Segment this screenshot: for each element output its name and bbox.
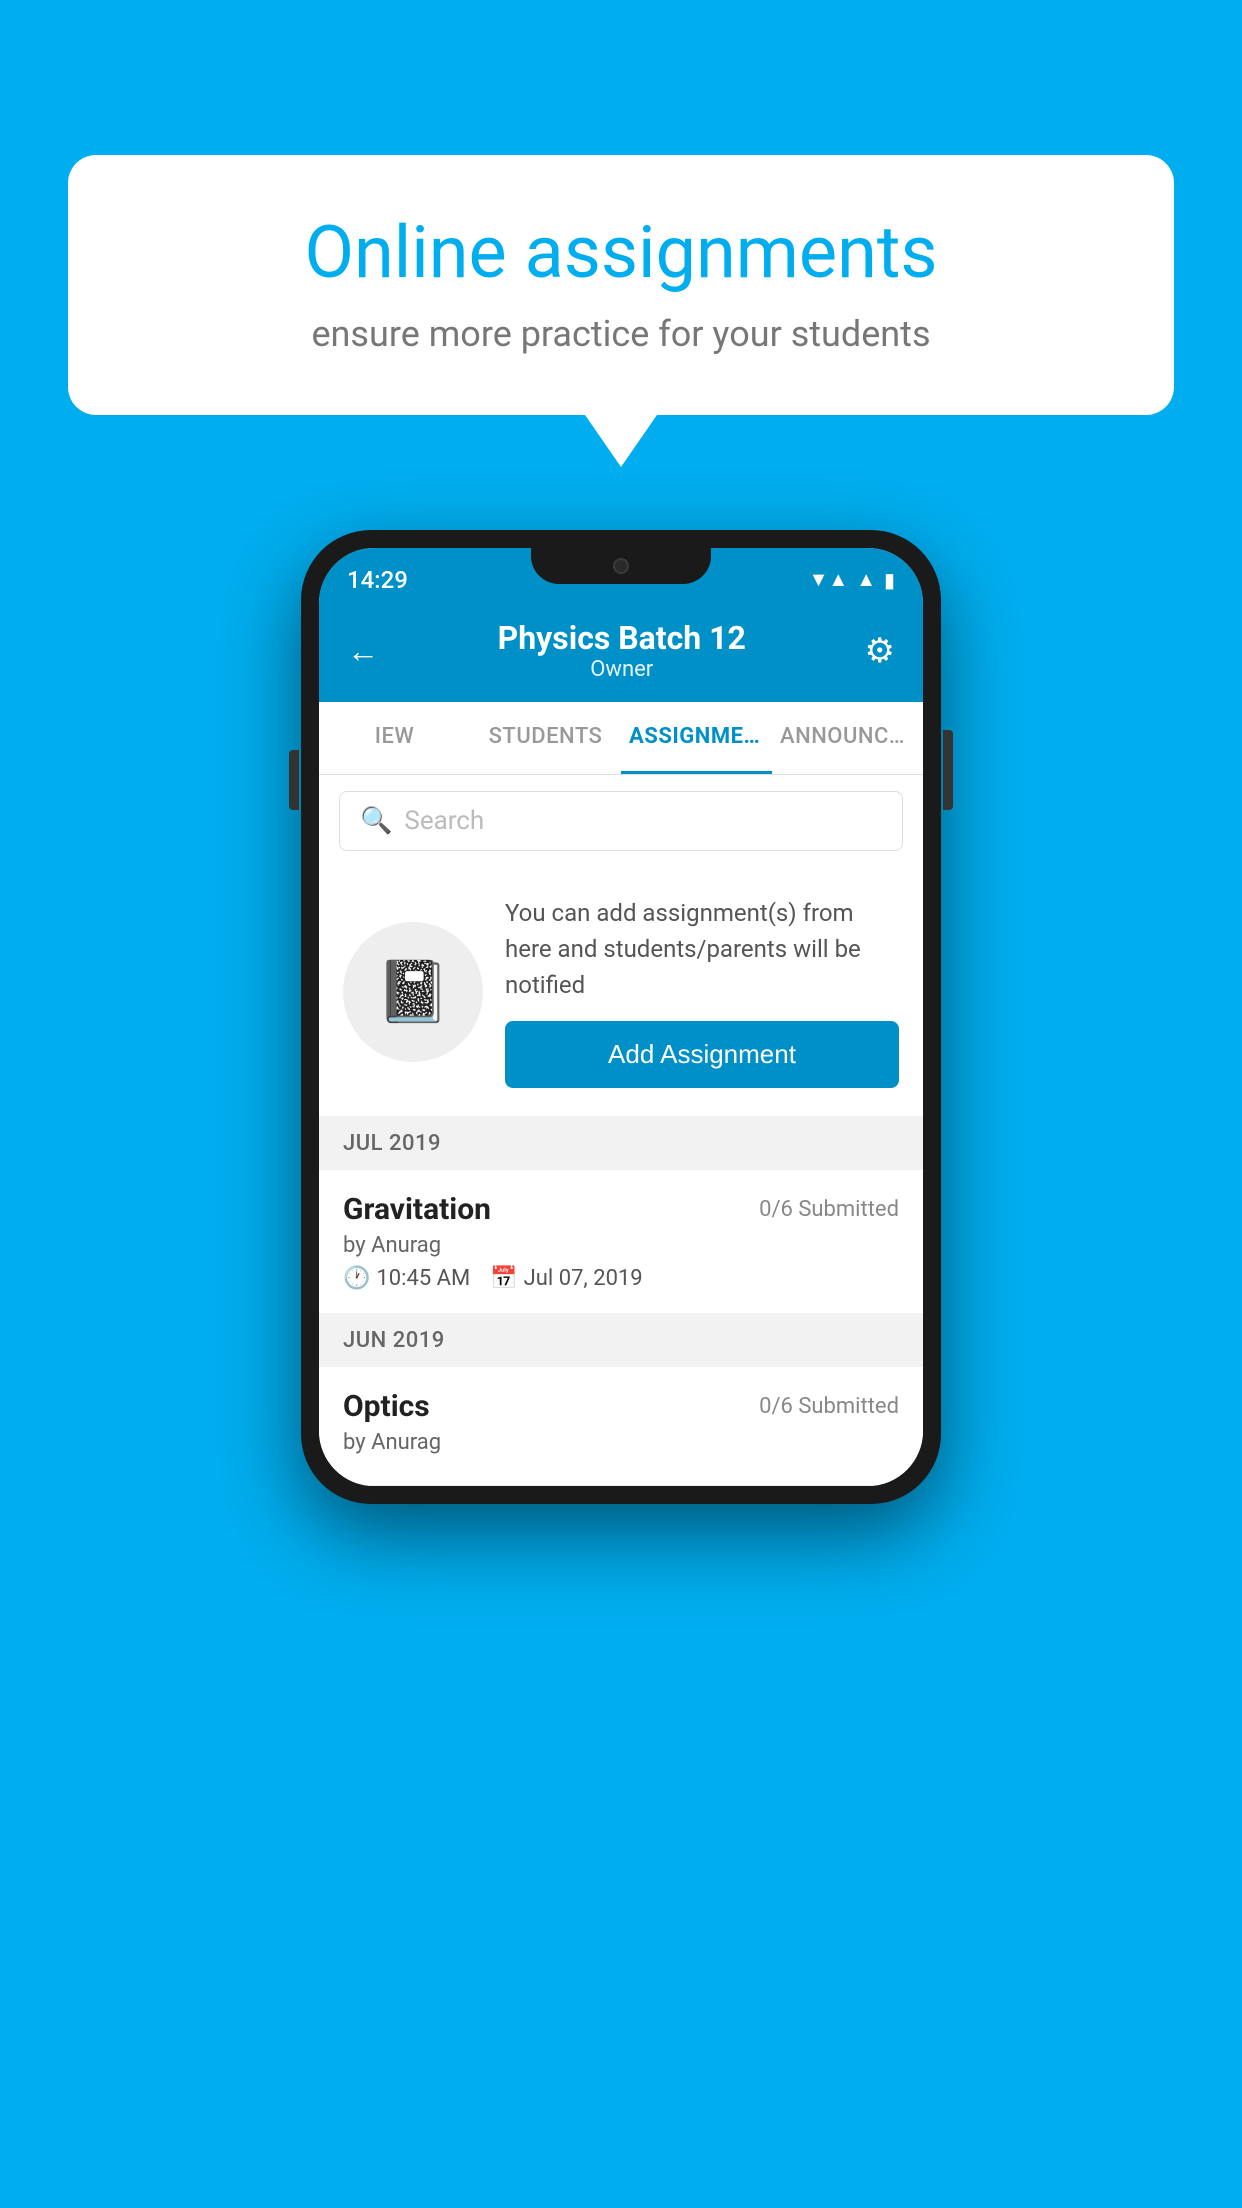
phone-notch	[531, 548, 711, 584]
app-header: ← Physics Batch 12 Owner ⚙	[319, 603, 923, 702]
assignment-submitted: 0/6 Submitted	[759, 1197, 899, 1222]
bubble-title: Online assignments	[128, 210, 1114, 295]
speech-bubble: Online assignments ensure more practice …	[68, 155, 1174, 415]
assignment-top: Gravitation 0/6 Submitted	[343, 1192, 899, 1227]
meta-date: 📅 Jul 07, 2019	[490, 1266, 642, 1291]
promo-text: You can add assignment(s) from here and …	[505, 895, 899, 1003]
status-icons: ▼▲ ▲ ▮	[809, 567, 895, 592]
speech-bubble-container: Online assignments ensure more practice …	[68, 155, 1174, 415]
camera	[613, 558, 629, 574]
tab-assignments[interactable]: ASSIGNMENTS	[621, 702, 772, 774]
tab-students[interactable]: STUDENTS	[470, 702, 621, 774]
search-icon: 🔍	[360, 806, 392, 836]
promo-section: 📓 You can add assignment(s) from here an…	[319, 867, 923, 1117]
tabs-container: IEW STUDENTS ASSIGNMENTS ANNOUNCEM	[319, 702, 923, 775]
search-placeholder: Search	[404, 806, 484, 836]
assignment-name-optics: Optics	[343, 1389, 430, 1424]
section-header-jun: JUN 2019	[319, 1314, 923, 1367]
assignment-date: Jul 07, 2019	[524, 1266, 643, 1291]
assignment-item-optics[interactable]: Optics 0/6 Submitted by Anurag	[319, 1367, 923, 1486]
tab-iew[interactable]: IEW	[319, 702, 470, 774]
add-assignment-button[interactable]: Add Assignment	[505, 1021, 899, 1088]
battery-icon: ▮	[884, 568, 895, 592]
assignment-submitted-optics: 0/6 Submitted	[759, 1394, 899, 1419]
notebook-icon: 📓	[376, 956, 451, 1027]
promo-icon-circle: 📓	[343, 922, 483, 1062]
phone-screen: 14:29 ▼▲ ▲ ▮ ← Physics Batch 12 Owner ⚙	[319, 548, 923, 1486]
search-container: 🔍 Search	[319, 775, 923, 867]
assignment-meta: 🕐 10:45 AM 📅 Jul 07, 2019	[343, 1266, 899, 1291]
header-center: Physics Batch 12 Owner	[379, 619, 865, 682]
bubble-subtitle: ensure more practice for your students	[128, 313, 1114, 355]
assignment-top-optics: Optics 0/6 Submitted	[343, 1389, 899, 1424]
status-time: 14:29	[347, 566, 408, 594]
phone-wrapper: 14:29 ▼▲ ▲ ▮ ← Physics Batch 12 Owner ⚙	[301, 530, 941, 1504]
calendar-icon: 📅	[490, 1266, 517, 1291]
clock-icon: 🕐	[343, 1266, 370, 1291]
assignment-author-optics: by Anurag	[343, 1430, 899, 1455]
signal-icon: ▲	[856, 567, 876, 592]
meta-time: 🕐 10:45 AM	[343, 1266, 470, 1291]
assignment-time: 10:45 AM	[376, 1266, 470, 1291]
wifi-icon: ▼▲	[809, 567, 849, 592]
settings-icon[interactable]: ⚙	[865, 631, 895, 671]
tab-announcements[interactable]: ANNOUNCEM	[772, 702, 923, 774]
assignment-name: Gravitation	[343, 1192, 491, 1227]
phone-outer: 14:29 ▼▲ ▲ ▮ ← Physics Batch 12 Owner ⚙	[301, 530, 941, 1504]
assignment-author: by Anurag	[343, 1233, 899, 1258]
header-title: Physics Batch 12	[379, 619, 865, 657]
promo-content: You can add assignment(s) from here and …	[505, 895, 899, 1088]
assignment-item-gravitation[interactable]: Gravitation 0/6 Submitted by Anurag 🕐 10…	[319, 1170, 923, 1314]
search-bar[interactable]: 🔍 Search	[339, 791, 903, 851]
back-button[interactable]: ←	[347, 632, 379, 670]
header-subtitle: Owner	[379, 657, 865, 682]
section-header-jul: JUL 2019	[319, 1117, 923, 1170]
